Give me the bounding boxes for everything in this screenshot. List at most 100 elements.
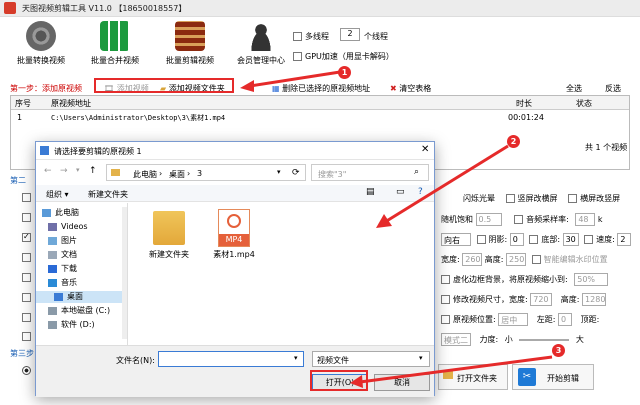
filename-label: 文件名(N):	[116, 356, 155, 365]
preview-pane-icon[interactable]: ▭	[396, 187, 405, 197]
merge-video-button[interactable]: 批量合并视频	[80, 21, 150, 66]
edit-video-button[interactable]: 批量剪辑视频	[155, 21, 225, 66]
app-icon	[4, 2, 16, 14]
annotation-marker-1: 1	[338, 66, 351, 79]
left-checkbox-1[interactable]	[22, 193, 34, 202]
tree-item-downloads[interactable]: 下载	[48, 263, 77, 275]
left-checkbox-8[interactable]	[22, 332, 34, 341]
speed-checkbox[interactable]	[584, 235, 594, 244]
file-open-dialog: 请选择要剪辑的原视频 1 ✕ ← → ▾ ↑ 此电脑 › 桌面 › 3 ▾ ⟳ …	[35, 141, 435, 397]
gpu-checkbox[interactable]	[293, 52, 302, 61]
v2h-checkbox[interactable]	[505, 194, 515, 203]
search-input[interactable]: 搜索"3" ⌕	[311, 164, 429, 181]
settings-row-3: 向右 阴影: 0 底部: 30 速度: 2	[441, 233, 632, 246]
speed-input[interactable]: 2	[617, 233, 632, 246]
file-item-mp4[interactable]: MP4 素材1.mp4	[207, 209, 261, 260]
position-checkbox[interactable]	[441, 315, 450, 324]
address-bar[interactable]: 此电脑 › 桌面 › 3 ▾ ⟳	[106, 164, 306, 181]
position-select[interactable]: 居中	[498, 313, 529, 326]
invert-select-button[interactable]: 反选	[605, 83, 621, 94]
left-checkbox-4[interactable]	[22, 253, 34, 262]
shrink-select[interactable]: 50%	[574, 273, 609, 286]
direction-select[interactable]: 向右	[441, 233, 471, 246]
strength-slider[interactable]	[519, 338, 570, 341]
width-input[interactable]: 260	[462, 253, 483, 266]
resize-width-input[interactable]: 720	[530, 293, 553, 306]
left-checkbox-3[interactable]	[22, 232, 34, 242]
filetype-dropdown-icon[interactable]: ▾	[419, 354, 423, 362]
bottom-checkbox[interactable]	[529, 235, 539, 244]
bottom-input[interactable]: 30	[562, 233, 579, 246]
table-row[interactable]: 1 C:\Users\Administrator\Desktop\3\素材1.m…	[11, 111, 629, 125]
delete-selected-button[interactable]: ▦ 删除已选择的原视频地址	[272, 83, 370, 94]
shadow-checkbox[interactable]	[476, 235, 486, 244]
member-center-button[interactable]: 会员管理中心	[226, 21, 296, 66]
height-input[interactable]: 250	[506, 253, 527, 266]
resize-height-input[interactable]: 1280	[582, 293, 607, 306]
new-folder-button[interactable]: 新建文件夹	[88, 189, 128, 200]
left-radio[interactable]	[22, 366, 31, 375]
tree-item-c-drive[interactable]: 本地磁盘 (C:)	[48, 305, 110, 317]
settings-row-8: 模式二 力度: 小 大	[441, 333, 584, 346]
saturation-select[interactable]: 0.5	[475, 213, 502, 226]
resize-checkbox[interactable]	[441, 295, 450, 304]
help-icon[interactable]: ?	[418, 187, 423, 197]
resize-label: 修改视频尺寸，宽度:	[453, 295, 528, 304]
convert-video-button[interactable]: 批量转换视频	[6, 21, 76, 66]
clear-table-button[interactable]: ✖ 清空表格	[390, 83, 431, 94]
cancel-button[interactable]: 取消	[374, 374, 430, 391]
smart-watermark-checkbox[interactable]	[531, 255, 541, 264]
open-folder-button[interactable]: 打开文件夹	[438, 364, 508, 390]
filename-dropdown-icon[interactable]: ▾	[294, 354, 298, 362]
tree-item-music[interactable]: 音乐	[48, 277, 77, 289]
close-icon[interactable]: ✕	[421, 144, 429, 155]
address-dropdown-icon[interactable]: ▾	[277, 168, 281, 176]
audio-rate-input[interactable]: 48	[575, 213, 596, 226]
breadcrumb-folder[interactable]: 3	[197, 169, 202, 178]
audio-rate-unit: k	[597, 215, 603, 224]
chevron-down-icon[interactable]: ▾	[76, 166, 80, 174]
left-distance-input[interactable]: 0	[558, 313, 573, 326]
height-label: 高度:	[484, 255, 504, 264]
left-checkbox-5[interactable]	[22, 273, 34, 282]
tree-item-pictures[interactable]: 图片	[48, 235, 77, 247]
tree-label: 下载	[61, 264, 77, 273]
gpu-option[interactable]: GPU加速（用显卡解码）	[293, 51, 394, 62]
tree-item-desktop[interactable]: 桌面	[36, 291, 124, 303]
tree-item-videos[interactable]: Videos	[48, 221, 88, 233]
breadcrumb-pc[interactable]: 此电脑	[133, 169, 157, 180]
settings-panel: 闪烁光晕 竖屏改横屏 横屏改竖屏 随机饱和 0.5 音频采样率: 48 k 向右…	[437, 190, 640, 350]
filename-input[interactable]: ▾	[158, 351, 304, 367]
audio-rate-checkbox[interactable]	[514, 215, 524, 224]
tree-scrollbar[interactable]	[122, 207, 127, 339]
back-arrow-icon[interactable]: ←	[44, 166, 52, 176]
forward-arrow-icon[interactable]: →	[60, 166, 68, 176]
shadow-input[interactable]: 0	[509, 233, 524, 246]
multithread-option[interactable]: 多线程	[293, 31, 329, 42]
dialog-nav-bar: ← → ▾ ↑ 此电脑 › 桌面 › 3 ▾ ⟳ 搜索"3" ⌕	[36, 161, 434, 185]
breadcrumb-desktop[interactable]: 桌面	[169, 169, 185, 180]
folder-icon	[443, 370, 453, 379]
view-options-icon[interactable]: ▤	[366, 187, 375, 197]
thread-count-input[interactable]: 2	[340, 28, 360, 41]
left-checkbox-6[interactable]	[22, 293, 34, 302]
option-glow[interactable]: 闪烁光晕	[463, 194, 495, 203]
tree-item-documents[interactable]: 文档	[48, 249, 77, 261]
h2v-checkbox[interactable]	[568, 194, 578, 203]
left-checkbox-2[interactable]	[22, 213, 34, 222]
multithread-checkbox[interactable]	[293, 32, 302, 41]
blur-border-checkbox[interactable]	[441, 275, 450, 284]
v2h-label: 竖屏改横屏	[517, 194, 558, 203]
file-item-folder[interactable]: 新建文件夹	[144, 211, 194, 260]
start-edit-button[interactable]: ✂ 开始剪辑	[512, 364, 594, 390]
select-all-button[interactable]: 全选	[566, 83, 582, 94]
up-arrow-icon[interactable]: ↑	[89, 166, 97, 176]
organize-menu[interactable]: 组织 ▾	[46, 189, 69, 200]
tree-item-pc[interactable]: 此电脑	[42, 207, 79, 219]
left-checkbox-7[interactable]	[22, 313, 34, 322]
filetype-select[interactable]: 视频文件 ▾	[312, 351, 430, 367]
tree-item-d-drive[interactable]: 软件 (D:)	[48, 319, 95, 331]
dialog-title-bar: 请选择要剪辑的原视频 1 ✕	[36, 142, 434, 160]
mode-select[interactable]: 模式二	[441, 333, 471, 346]
refresh-icon[interactable]: ⟳	[292, 168, 300, 178]
